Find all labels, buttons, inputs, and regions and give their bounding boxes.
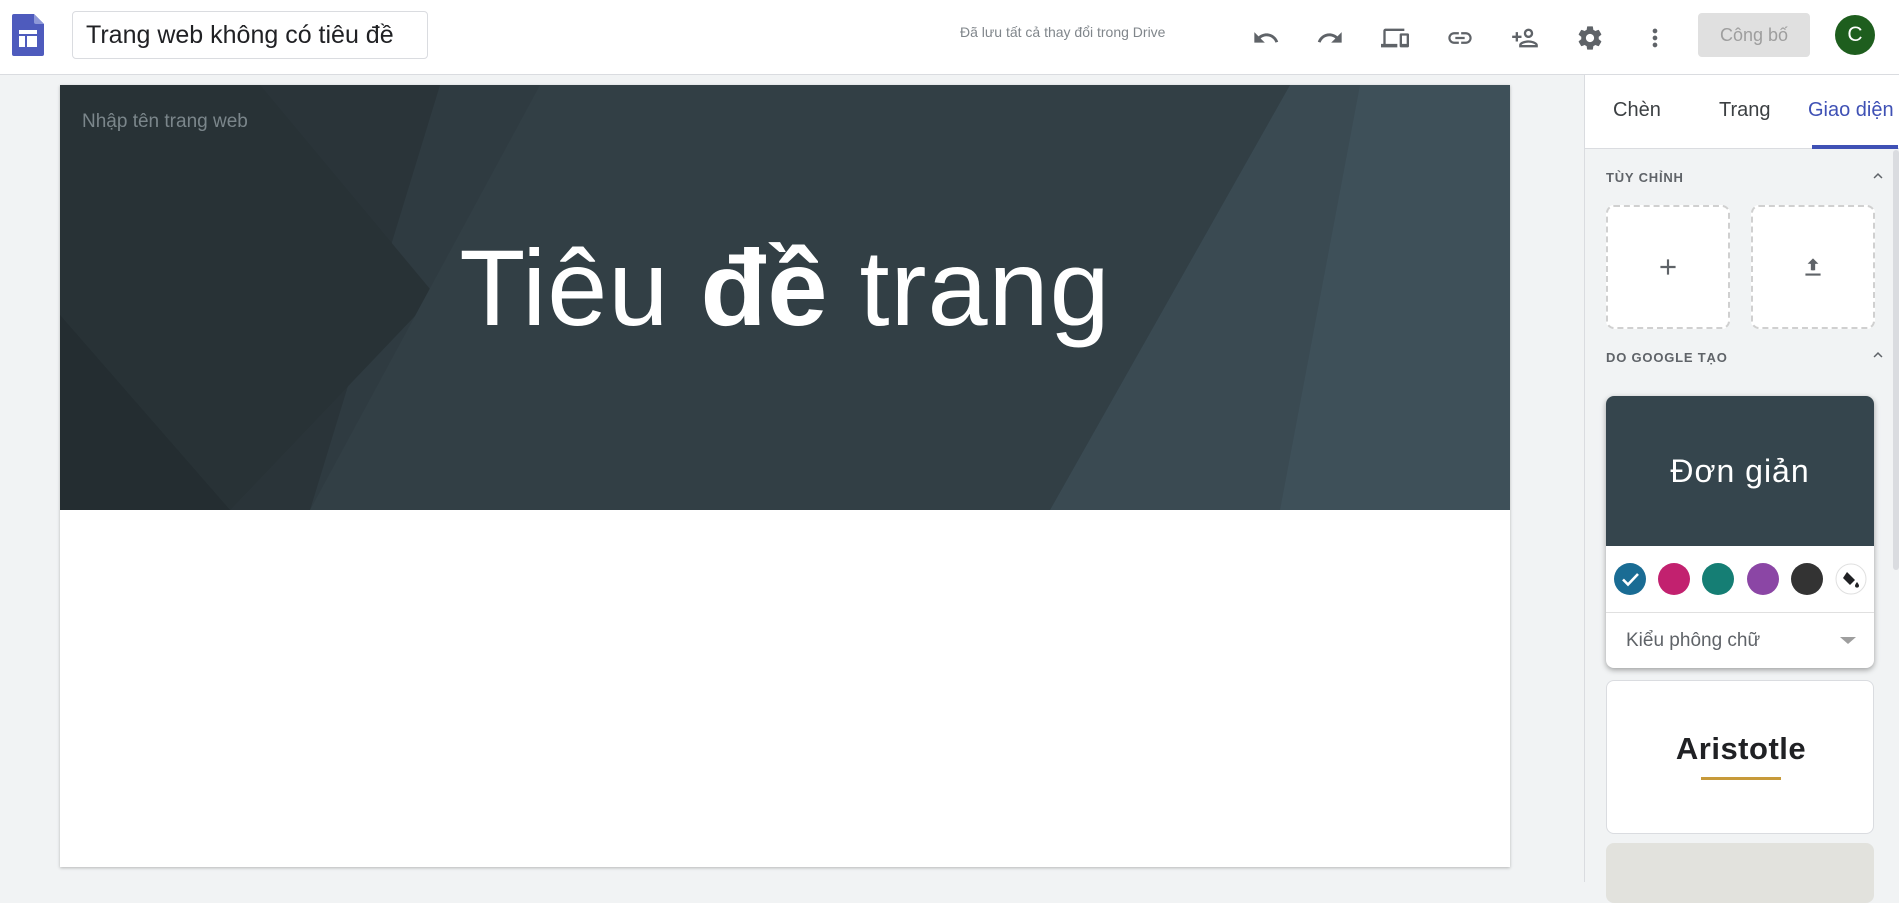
dropdown-arrow-icon (1840, 637, 1856, 644)
theme-name-aristotle: Aristotle (1675, 731, 1807, 766)
color-swatch-teal[interactable] (1702, 563, 1734, 595)
site-name-placeholder[interactable]: Nhập tên trang web (82, 111, 248, 133)
chevron-up-icon[interactable] (1869, 346, 1887, 364)
tab-themes[interactable]: Giao diện (1808, 99, 1894, 122)
settings-icon[interactable] (1570, 18, 1610, 58)
chevron-up-icon[interactable] (1869, 167, 1887, 185)
page-title-part-2: trang (828, 227, 1111, 348)
page-title-bold: đề (700, 227, 829, 348)
theme-preview-simple[interactable]: Đơn giản (1606, 396, 1874, 546)
add-custom-theme-button[interactable] (1606, 205, 1730, 329)
color-swatch-pink[interactable] (1658, 563, 1690, 595)
font-style-label: Kiểu phông chữ (1626, 630, 1761, 651)
avatar[interactable]: C (1835, 15, 1875, 55)
section-google-heading: DO GOOGLE TẠO (1606, 350, 1728, 365)
save-status-text: Đã lưu tất cả thay đổi trong Drive (960, 24, 1166, 40)
panel-scrollbar[interactable] (1893, 150, 1899, 570)
color-swatch-dark[interactable] (1791, 563, 1823, 595)
link-icon[interactable] (1440, 18, 1480, 58)
theme-preview-aristotle: Aristotle (1607, 681, 1873, 831)
panel-tabs: Chèn Trang Giao diện (1585, 75, 1899, 149)
theme-card-aristotle[interactable]: Aristotle (1606, 680, 1874, 834)
color-swatches (1606, 546, 1874, 613)
top-bar: Trang web không có tiêu đề Đã lưu tất cả… (0, 0, 1899, 75)
redo-icon[interactable] (1310, 18, 1350, 58)
header-banner[interactable]: Nhập tên trang web Tiêu đề trang (60, 85, 1510, 510)
plus-icon (1660, 259, 1676, 275)
font-style-dropdown[interactable]: Kiểu phông chữ (1606, 612, 1874, 668)
tab-insert[interactable]: Chèn (1613, 99, 1661, 122)
theme-card-next[interactable] (1606, 843, 1874, 903)
side-panel: Chèn Trang Giao diện TÙY CHỈNH DO GOOGLE… (1584, 75, 1899, 903)
color-swatch-purple[interactable] (1747, 563, 1779, 595)
color-swatch-blue[interactable] (1614, 563, 1646, 595)
page-title[interactable]: Tiêu đề trang (60, 225, 1510, 350)
site-canvas: Nhập tên trang web Tiêu đề trang (60, 85, 1510, 867)
paint-bucket-icon[interactable] (1835, 563, 1867, 595)
document-title-input[interactable]: Trang web không có tiêu đề (72, 11, 428, 59)
theme-accent-line (1701, 777, 1781, 780)
preview-devices-icon[interactable] (1375, 18, 1415, 58)
share-person-icon[interactable] (1505, 18, 1545, 58)
page-title-part-1: Tiêu (459, 227, 701, 348)
upload-icon (1805, 258, 1821, 276)
google-sites-logo-icon[interactable] (12, 14, 44, 56)
more-vert-icon[interactable] (1635, 18, 1675, 58)
section-custom-heading: TÙY CHỈNH (1606, 170, 1684, 185)
theme-card-simple[interactable]: Đơn giản Kiểu phông chữ (1606, 396, 1874, 668)
publish-button[interactable]: Công bố (1698, 13, 1810, 57)
active-tab-indicator (1812, 145, 1898, 149)
undo-icon[interactable] (1246, 18, 1286, 58)
tab-pages[interactable]: Trang (1719, 99, 1771, 122)
upload-theme-button[interactable] (1751, 205, 1875, 329)
